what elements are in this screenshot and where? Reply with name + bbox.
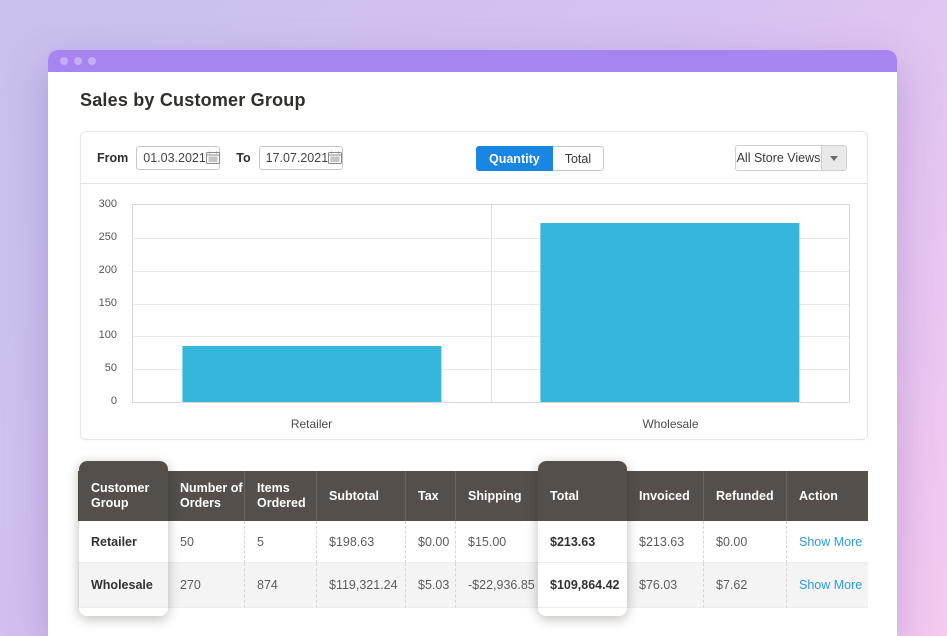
filter-bar: From 01.03.2021 To 17.07.2021 bbox=[81, 132, 867, 184]
cell-items-retailer: 5 bbox=[244, 521, 316, 563]
show-more-link-retailer[interactable]: Show More bbox=[799, 535, 862, 549]
cell-customer-group-retailer: Retailer bbox=[79, 521, 168, 563]
cell-tax-wholesale: $5.03 bbox=[405, 563, 455, 608]
cell-shipping-wholesale: -$22,936.85 bbox=[455, 563, 538, 608]
show-more-link-wholesale[interactable]: Show More bbox=[799, 578, 862, 592]
cell-action-retailer: Show More bbox=[786, 521, 868, 563]
from-date-value: 01.03.2021 bbox=[143, 151, 206, 165]
column-header-number-of-orders[interactable]: Number of Orders bbox=[168, 471, 244, 521]
page-title: Sales by Customer Group bbox=[80, 90, 306, 111]
chart-plot bbox=[132, 204, 850, 403]
cell-shipping-retailer: $15.00 bbox=[455, 521, 538, 563]
cell-invoiced-retailer: $213.63 bbox=[627, 521, 703, 563]
app-window: Sales by Customer Group From 01.03.2021 … bbox=[48, 50, 897, 636]
window-dot-1[interactable] bbox=[60, 57, 68, 65]
cell-total-wholesale: $109,864.42 bbox=[538, 563, 627, 608]
calendar-icon[interactable] bbox=[328, 151, 342, 164]
cell-items-wholesale: 874 bbox=[244, 563, 316, 608]
cell-customer-group-wholesale: Wholesale bbox=[79, 563, 168, 608]
column-header-invoiced[interactable]: Invoiced bbox=[627, 471, 703, 521]
window-dot-2[interactable] bbox=[74, 57, 82, 65]
table-grid: Number of Orders Items Ordered Subtotal … bbox=[78, 471, 868, 608]
column-header-refunded[interactable]: Refunded bbox=[703, 471, 786, 521]
from-label: From bbox=[97, 151, 128, 165]
x-axis-label-wholesale: Wholesale bbox=[491, 417, 850, 431]
x-axis-labels: RetailerWholesale bbox=[132, 417, 850, 431]
cell-invoiced-wholesale: $76.03 bbox=[627, 563, 703, 608]
y-axis-tick: 250 bbox=[81, 231, 117, 243]
bar-wholesale[interactable] bbox=[541, 223, 800, 402]
column-header-subtotal[interactable]: Subtotal bbox=[316, 471, 405, 521]
cell-tax-retailer: $0.00 bbox=[405, 521, 455, 563]
column-header-tax[interactable]: Tax bbox=[405, 471, 455, 521]
y-axis-tick: 150 bbox=[81, 297, 117, 309]
y-axis-tick: 100 bbox=[81, 329, 117, 341]
y-axis-tick: 0 bbox=[81, 395, 117, 407]
column-header-shipping[interactable]: Shipping bbox=[455, 471, 538, 521]
column-header-items-ordered[interactable]: Items Ordered bbox=[244, 471, 316, 521]
store-view-select[interactable]: All Store Views bbox=[735, 145, 847, 171]
sales-table: Customer Group Retailer Wholesale Total … bbox=[78, 471, 868, 608]
store-view-arrow-button[interactable] bbox=[821, 146, 846, 170]
cell-subtotal-wholesale: $119,321.24 bbox=[316, 563, 405, 608]
cell-refunded-wholesale: $7.62 bbox=[703, 563, 786, 608]
column-header-total[interactable]: Total bbox=[538, 461, 627, 521]
cell-subtotal-retailer: $198.63 bbox=[316, 521, 405, 563]
column-header-action[interactable]: Action bbox=[786, 471, 868, 521]
chevron-down-icon bbox=[830, 156, 838, 161]
store-view-value: All Store Views bbox=[736, 146, 821, 170]
cell-orders-retailer: 50 bbox=[168, 521, 244, 563]
cell-refunded-retailer: $0.00 bbox=[703, 521, 786, 563]
to-date-input[interactable]: 17.07.2021 bbox=[259, 146, 343, 170]
bar-retailer[interactable] bbox=[182, 346, 441, 402]
window-titlebar bbox=[48, 50, 897, 72]
highlight-column-total: Total $213.63 $109,864.42 bbox=[538, 461, 627, 616]
bar-chart: 0 50 100 150 200 250 300 RetailerWholesale bbox=[81, 184, 867, 440]
metric-toggle: Quantity Total bbox=[476, 146, 604, 171]
cell-action-wholesale: Show More bbox=[786, 563, 868, 608]
to-label: To bbox=[236, 151, 250, 165]
y-axis-tick: 300 bbox=[81, 198, 117, 210]
chart-bars bbox=[133, 205, 849, 402]
total-toggle-button[interactable]: Total bbox=[553, 146, 604, 171]
report-panel: From 01.03.2021 To 17.07.2021 bbox=[80, 131, 868, 440]
y-axis-labels: 0 50 100 150 200 250 300 bbox=[81, 184, 121, 440]
quantity-toggle-button[interactable]: Quantity bbox=[476, 146, 553, 171]
x-axis-label-retailer: Retailer bbox=[132, 417, 491, 431]
cell-orders-wholesale: 270 bbox=[168, 563, 244, 608]
calendar-icon[interactable] bbox=[206, 151, 220, 164]
column-header-customer-group[interactable]: Customer Group bbox=[79, 461, 168, 521]
highlight-column-customer-group: Customer Group Retailer Wholesale bbox=[79, 461, 168, 616]
cell-total-retailer: $213.63 bbox=[538, 521, 627, 563]
y-axis-tick: 50 bbox=[81, 362, 117, 374]
from-date-input[interactable]: 01.03.2021 bbox=[136, 146, 220, 170]
y-axis-tick: 200 bbox=[81, 264, 117, 276]
to-date-value: 17.07.2021 bbox=[266, 151, 329, 165]
window-dot-3[interactable] bbox=[88, 57, 96, 65]
